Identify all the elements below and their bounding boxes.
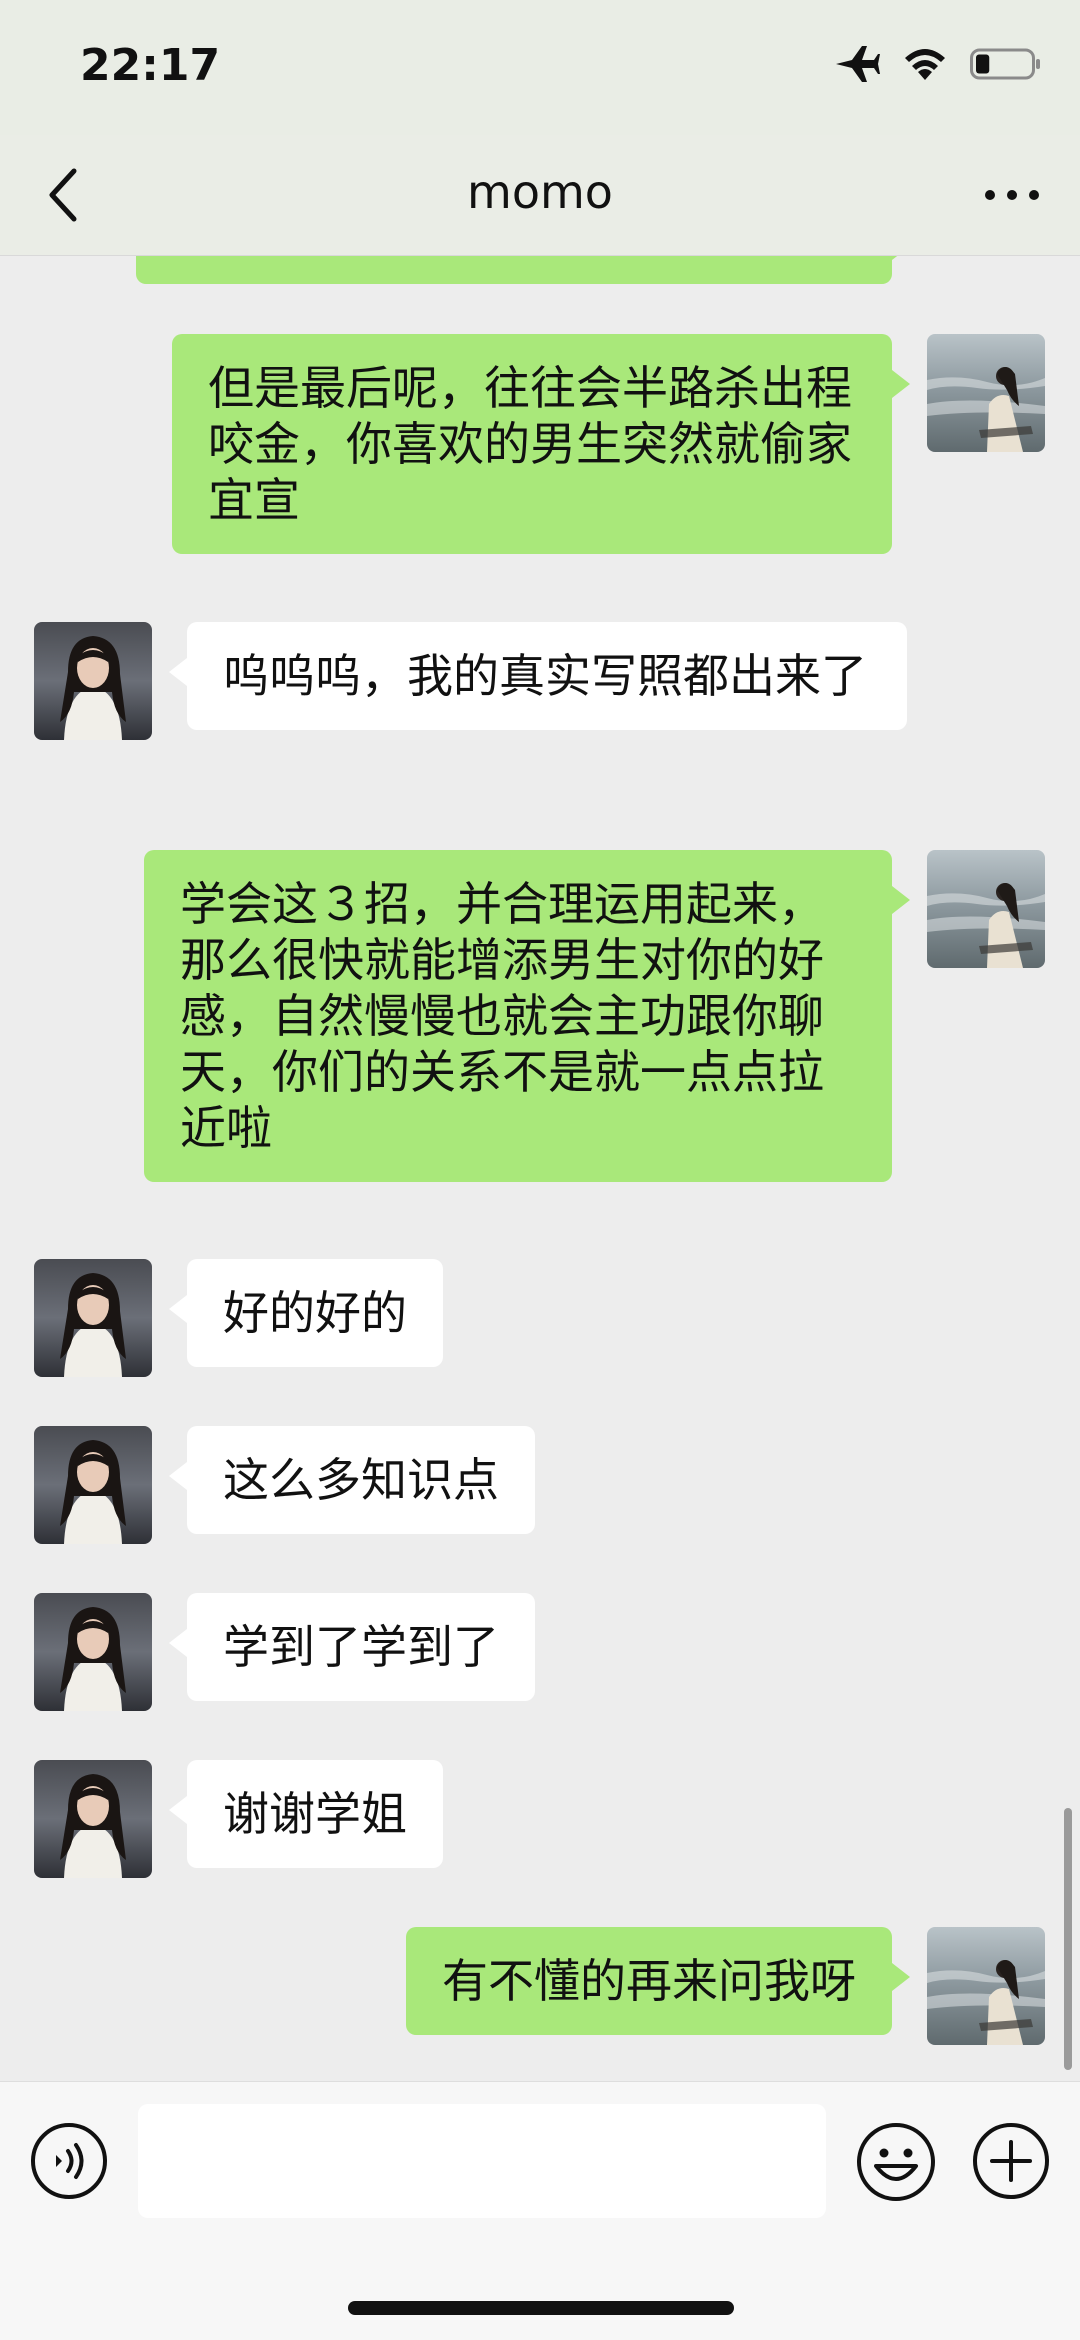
message-bubble-contact[interactable]: 谢谢学姐 <box>169 1760 443 1868</box>
message-bubble-mine[interactable]: 但是最后呢，往往会半路杀出程咬金，你喜欢的男生突然就偷家宜宣 <box>172 334 910 554</box>
scrollbar[interactable] <box>1064 1808 1072 2070</box>
message-bubble-contact[interactable]: 这么多知识点 <box>169 1426 535 1534</box>
message-list[interactable]: 但是最后呢，往往会半路杀出程咬金，你喜欢的男生突然就偷家宜宣 呜呜呜，我的真实写… <box>0 256 1080 2080</box>
contact-avatar[interactable] <box>34 1593 152 1711</box>
message-bubble-contact[interactable]: 学到了学到了 <box>169 1593 535 1701</box>
more-dots-icon[interactable] <box>982 181 1042 209</box>
message-text: 有不懂的再来问我呀 <box>442 1954 856 2008</box>
battery-icon <box>970 48 1040 80</box>
message-input[interactable] <box>138 2104 826 2218</box>
message-text: 学到了学到了 <box>223 1620 499 1674</box>
chat-header: momo <box>0 135 1080 256</box>
message-bubble-mine[interactable]: 学会这３招，并合理运用起来，那么很快就能增添男生对你的好感，自然慢慢也就会主功跟… <box>144 850 910 1182</box>
wifi-icon <box>905 49 945 80</box>
voice-icon[interactable] <box>30 2122 108 2200</box>
message-bubble-mine[interactable] <box>136 256 910 284</box>
contact-avatar[interactable] <box>34 622 152 740</box>
contact-avatar[interactable] <box>34 1426 152 1544</box>
message-text: 学会这３招，并合理运用起来，那么很快就能增添男生对你的好感，自然慢慢也就会主功跟… <box>180 877 824 1155</box>
my-avatar[interactable] <box>927 1927 1045 2045</box>
message-text: 好的好的 <box>223 1286 407 1340</box>
emoji-icon[interactable] <box>856 2122 936 2202</box>
plus-icon[interactable] <box>972 2122 1050 2200</box>
message-bubble-contact[interactable]: 好的好的 <box>169 1259 443 1367</box>
message-text: 谢谢学姐 <box>223 1787 407 1841</box>
my-avatar[interactable] <box>927 334 1045 452</box>
contact-avatar[interactable] <box>34 1760 152 1878</box>
my-avatar[interactable] <box>927 850 1045 968</box>
status-icons <box>834 44 1042 84</box>
message-bubble-contact[interactable]: 呜呜呜，我的真实写照都出来了 <box>169 622 907 730</box>
status-bar: 22:17 <box>0 0 1080 135</box>
status-time: 22:17 <box>80 40 221 91</box>
message-bubble-mine[interactable]: 有不懂的再来问我呀 <box>406 1927 910 2035</box>
message-text: 这么多知识点 <box>223 1453 499 1507</box>
page-title: momo <box>467 165 613 219</box>
home-indicator <box>348 2301 734 2315</box>
contact-avatar[interactable] <box>34 1259 152 1377</box>
message-text: 但是最后呢，往往会半路杀出程咬金，你喜欢的男生突然就偷家宜宣 <box>208 361 852 527</box>
airplane-icon <box>836 46 880 82</box>
input-bar <box>0 2081 1080 2340</box>
message-text: 呜呜呜，我的真实写照都出来了 <box>223 649 867 703</box>
